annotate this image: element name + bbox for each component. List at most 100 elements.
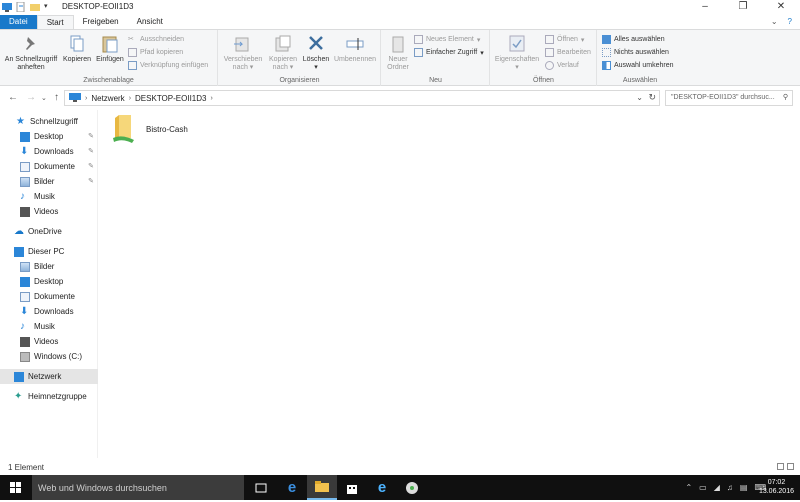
chevron-right-icon[interactable]: › (85, 95, 87, 102)
invert-selection-button[interactable]: Auswahl umkehren (602, 61, 674, 70)
forward-arrow-icon[interactable]: → (26, 92, 36, 103)
address-dropdown-icon[interactable]: ⌄ (636, 93, 643, 102)
delete-button[interactable]: Löschen ▾ (302, 34, 330, 72)
volume-icon[interactable]: ♫ (727, 483, 733, 492)
sidebar-item-network[interactable]: Netzwerk (0, 369, 98, 384)
address-box[interactable]: › Netzwerk › DESKTOP-EOII1D3 › ⌄ ↻ (64, 90, 660, 106)
chevron-right-icon[interactable]: › (129, 95, 131, 102)
group-clipboard: An Schnellzugriff anheften Kopieren Einf… (0, 30, 218, 86)
chevron-right-icon[interactable]: › (210, 95, 212, 102)
pin-icon[interactable]: ✎ (88, 147, 94, 155)
easy-access-button[interactable]: Einfacher Zugriff ▾ (414, 48, 484, 57)
sidebar-item-documents[interactable]: Dokumente ✎ (0, 159, 98, 174)
music-note-icon: ♪ (20, 320, 25, 332)
taskbar-clock[interactable]: 07:02 13.06.2016 (759, 478, 794, 496)
close-button[interactable]: ✕ (762, 0, 800, 15)
sidebar-item-videos[interactable]: Videos (0, 204, 98, 219)
refresh-icon[interactable]: ↻ (648, 92, 656, 103)
sidebar-item-desktop[interactable]: Desktop ✎ (0, 129, 98, 144)
sidebar-item-downloads[interactable]: ⬇ Downloads ✎ (0, 144, 98, 159)
cut-button[interactable]: ✂ Ausschneiden (128, 35, 184, 44)
recent-locations-icon[interactable]: ⌄ (41, 94, 47, 102)
show-hidden-icons-icon[interactable]: ⌃ (685, 483, 692, 492)
copy-path-button[interactable]: Pfad kopieren (128, 48, 183, 57)
file-explorer-icon[interactable] (307, 475, 337, 500)
sidebar-item-homegroup[interactable]: ✦ Heimnetzgruppe (0, 389, 98, 404)
action-center-icon[interactable]: ▤ (740, 483, 748, 492)
task-view-icon[interactable] (246, 475, 276, 500)
start-button[interactable] (0, 475, 32, 500)
desktop-icon (20, 131, 30, 142)
select-none-button[interactable]: Nichts auswählen (602, 48, 669, 57)
group-label-new: Neu (429, 77, 442, 84)
help-icon[interactable]: ? (788, 17, 792, 26)
explorer-icon[interactable] (2, 2, 12, 12)
battery-icon[interactable]: ▭ (699, 483, 707, 492)
store-icon[interactable] (337, 475, 367, 500)
tab-view[interactable]: Ansicht (128, 15, 172, 29)
up-arrow-icon[interactable]: ↑ (54, 92, 59, 103)
windows-logo-icon (10, 482, 21, 493)
sidebar-item-pc-music[interactable]: ♪ Musik (0, 319, 98, 334)
copy-to-button[interactable]: Kopieren nach ▾ (264, 34, 302, 72)
copy-button[interactable]: Kopieren (62, 34, 92, 64)
move-to-button[interactable]: Verschieben nach ▾ (222, 34, 264, 72)
sidebar-item-this-pc[interactable]: Dieser PC (0, 244, 98, 259)
sidebar-item-pc-desktop[interactable]: Desktop (0, 274, 98, 289)
minimize-button[interactable]: – (686, 0, 724, 15)
tab-share[interactable]: Freigeben (74, 15, 128, 29)
details-view-icon[interactable] (777, 463, 784, 470)
copy-path-icon (128, 48, 137, 57)
homegroup-icon: ✦ (14, 390, 23, 402)
sidebar-item-pictures[interactable]: Bilder ✎ (0, 174, 98, 189)
sidebar-item-onedrive[interactable]: ☁ OneDrive (0, 224, 98, 239)
edit-button[interactable]: Bearbeiten (545, 48, 591, 57)
sidebar-item-pc-pictures[interactable]: Bilder (0, 259, 98, 274)
star-icon: ★ (16, 115, 25, 127)
paste-shortcut-button[interactable]: Verknüpfung einfügen (128, 61, 208, 70)
properties-button[interactable]: Eigenschaften ▾ (493, 34, 541, 72)
pin-icon[interactable]: ✎ (88, 132, 94, 140)
history-button[interactable]: Verlauf (545, 61, 579, 70)
pin-icon[interactable]: ✎ (88, 162, 94, 170)
internet-explorer-icon[interactable]: e (367, 475, 397, 500)
select-all-button[interactable]: Alles auswählen (602, 35, 665, 44)
sidebar-item-pc-documents[interactable]: Dokumente (0, 289, 98, 304)
new-folder-icon[interactable] (30, 2, 40, 12)
pin-quick-access-button[interactable]: An Schnellzugriff anheften (2, 34, 60, 72)
pictures-icon (20, 261, 30, 272)
new-item-button[interactable]: Neues Element ▾ (414, 35, 480, 44)
open-icon (545, 35, 554, 44)
pin-icon[interactable]: ✎ (88, 177, 94, 185)
sidebar-item-pc-downloads[interactable]: ⬇ Downloads (0, 304, 98, 319)
properties-icon[interactable] (16, 1, 26, 13)
new-folder-button[interactable]: Neuer Ordner (384, 34, 412, 72)
app-gear-icon[interactable] (397, 475, 427, 500)
copy-icon (70, 35, 84, 52)
large-icons-view-icon[interactable] (787, 463, 794, 470)
desktop-icon (20, 276, 30, 287)
wifi-icon[interactable]: ◢ (714, 483, 720, 492)
breadcrumb-computer[interactable]: DESKTOP-EOII1D3 (135, 94, 206, 103)
sidebar-item-pc-videos[interactable]: Videos (0, 334, 98, 349)
back-arrow-icon[interactable]: ← (8, 92, 18, 103)
list-item[interactable]: Bistro-Cash (110, 114, 188, 144)
customize-dropdown-icon[interactable]: ▾ (44, 2, 54, 12)
maximize-button[interactable]: ❐ (724, 0, 762, 15)
tab-start[interactable]: Start (36, 15, 74, 29)
sidebar-item-music[interactable]: ♪ Musik (0, 189, 98, 204)
open-button[interactable]: Öffnen ▾ (545, 35, 584, 44)
taskbar-search-input[interactable]: Web und Windows durchsuchen (32, 475, 244, 500)
sidebar-item-quick-access[interactable]: ★ Schnellzugriff (0, 114, 98, 129)
edge-icon[interactable]: e (277, 475, 307, 500)
ribbon-collapse-icon[interactable]: ⌄ (771, 17, 778, 26)
group-label-organize: Organisieren (279, 77, 320, 84)
sidebar-item-drive-c[interactable]: Windows (C:) (0, 349, 98, 364)
rename-button[interactable]: Umbenennen (331, 34, 379, 64)
properties-check-icon (509, 35, 525, 52)
paste-button[interactable]: Einfügen (94, 34, 126, 64)
search-input[interactable]: "DESKTOP-EOII1D3" durchsuc... ⚲ (665, 90, 793, 106)
tab-file[interactable]: Datei (0, 15, 37, 29)
breadcrumb-network[interactable]: Netzwerk (91, 94, 124, 103)
system-tray: ⌃ ▭ ◢ ♫ ▤ ⌨ (685, 475, 766, 500)
